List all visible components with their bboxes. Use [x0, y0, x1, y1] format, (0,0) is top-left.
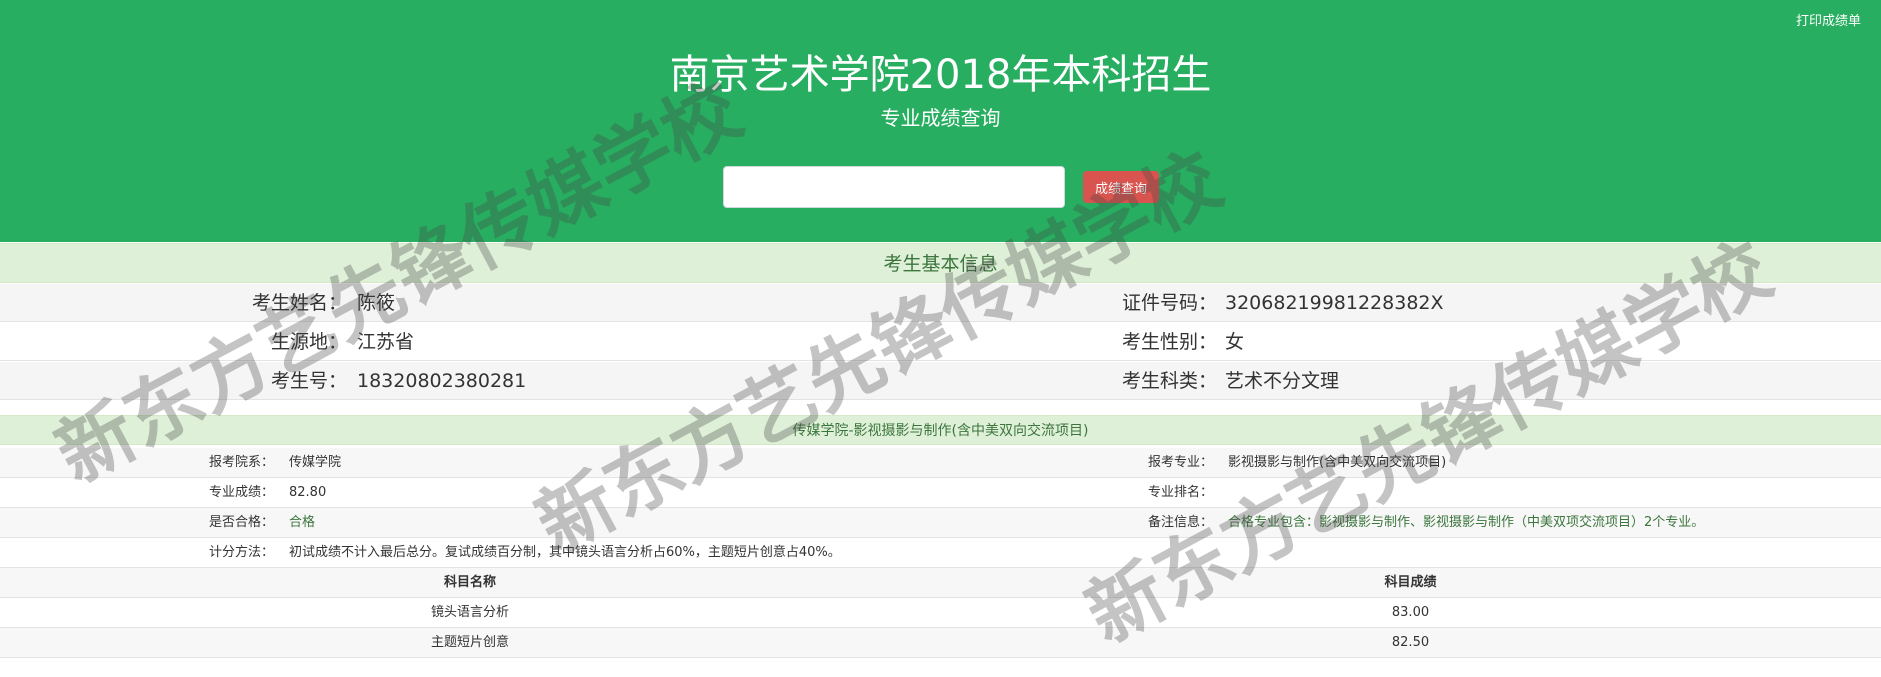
table-row: 镜头语言分析 83.00: [0, 598, 1881, 628]
search-input[interactable]: [723, 166, 1065, 208]
subject-category-label: 考生科类：: [1121, 370, 1217, 392]
subject-name: 主题短片创意: [430, 635, 509, 650]
major-info-row: 专业成绩： 82.80 专业排名：: [0, 478, 1881, 508]
header-banner: 打印成绩单 南京艺术学院2018年本科招生 专业成绩查询 成绩查询: [0, 0, 1881, 242]
major-info-row: 报考院系： 传媒学院 报考专业： 影视摄影与制作(含中美双向交流项目): [0, 448, 1881, 478]
remarks-value: 合格专业包含：影视摄影与制作、影视摄影与制作（中美双项交流项目）2个专业。: [1228, 515, 1705, 530]
department-label: 报考院系：: [209, 455, 275, 470]
subject-name-header: 科目名称: [443, 575, 496, 590]
remarks-label: 备注信息：: [1148, 515, 1214, 530]
qualified-label: 是否合格：: [209, 515, 275, 530]
page-subtitle: 专业成绩查询: [880, 106, 1001, 130]
name-label: 考生姓名：: [251, 292, 347, 314]
basic-info-row: 考生姓名： 陈筱 证件号码： 32068219981228382X: [0, 284, 1881, 322]
exam-number-value: 18320802380281: [357, 370, 527, 392]
scoring-method-value: 初试成绩不计入最后总分。复试成绩百分制，其中镜头语言分析占60%，主题短片创意占…: [289, 545, 841, 560]
print-transcript-link[interactable]: 打印成绩单: [1796, 10, 1861, 29]
subject-score: 82.50: [1391, 635, 1430, 650]
major-rank-label: 专业排名：: [1148, 485, 1214, 500]
major-score-value: 82.80: [289, 485, 327, 500]
id-number-value: 32068219981228382X: [1225, 292, 1444, 314]
name-value: 陈筱: [357, 292, 396, 314]
qualified-value: 合格: [289, 515, 316, 530]
scoring-method-label: 计分方法：: [209, 545, 275, 560]
subject-score-header: 科目成绩: [1384, 575, 1437, 590]
basic-info-section-title: 考生基本信息: [0, 243, 1881, 283]
basic-info-row: 考生号： 18320802380281 考生科类： 艺术不分文理: [0, 362, 1881, 400]
scoring-method-row: 计分方法： 初试成绩不计入最后总分。复试成绩百分制，其中镜头语言分析占60%，主…: [0, 538, 1881, 568]
id-number-label: 证件号码：: [1121, 292, 1217, 314]
subject-category-value: 艺术不分文理: [1225, 370, 1340, 392]
major-label: 报考专业：: [1148, 455, 1214, 470]
query-score-button[interactable]: 成绩查询: [1083, 171, 1159, 203]
gender-label: 考生性别：: [1121, 331, 1217, 353]
page-title: 南京艺术学院2018年本科招生: [669, 52, 1212, 98]
table-row: 主题短片创意 82.50: [0, 628, 1881, 658]
major-score-label: 专业成绩：: [209, 485, 275, 500]
subject-name: 镜头语言分析: [430, 605, 509, 620]
subject-score: 83.00: [1391, 605, 1430, 620]
subjects-header-row: 科目名称 科目成绩: [0, 568, 1881, 598]
origin-value: 江苏省: [357, 331, 415, 353]
origin-label: 生源地：: [270, 331, 347, 353]
basic-info-row: 生源地： 江苏省 考生性别： 女: [0, 323, 1881, 361]
major-value: 影视摄影与制作(含中美双向交流项目): [1228, 455, 1447, 470]
major-section-title: 传媒学院-影视摄影与制作(含中美双向交流项目): [0, 415, 1881, 445]
gender-value: 女: [1225, 331, 1245, 353]
exam-number-label: 考生号：: [270, 370, 347, 392]
major-info-row: 是否合格： 合格 备注信息： 合格专业包含：影视摄影与制作、影视摄影与制作（中美…: [0, 508, 1881, 538]
department-value: 传媒学院: [289, 455, 342, 470]
